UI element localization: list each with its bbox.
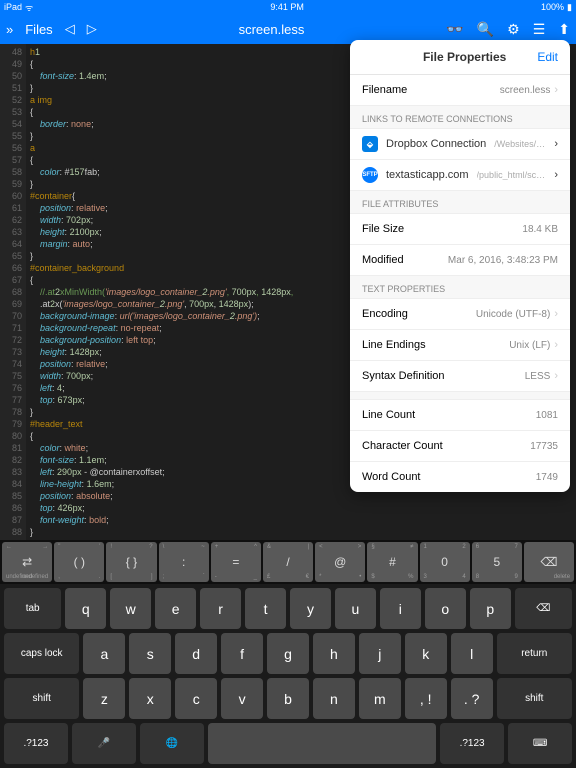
key-.?123[interactable]: .?123 bbox=[440, 723, 504, 764]
key-m[interactable]: m bbox=[359, 678, 401, 719]
file-title: screen.less bbox=[109, 22, 435, 37]
settings-icon[interactable]: ⚙ bbox=[507, 21, 520, 38]
key-r[interactable]: r bbox=[200, 588, 241, 629]
glasses-icon[interactable]: 👓 bbox=[446, 21, 463, 38]
key-e[interactable]: e bbox=[155, 588, 196, 629]
word-count-row: Word Count1749 bbox=[350, 462, 570, 492]
key-return[interactable]: return bbox=[497, 633, 572, 674]
line-count-row: Line Count1081 bbox=[350, 400, 570, 431]
accessory-key[interactable]: !?[]{ } bbox=[106, 542, 156, 582]
accessory-key[interactable]: §≠$%# bbox=[367, 542, 417, 582]
key-t[interactable]: t bbox=[245, 588, 286, 629]
key-p[interactable]: p bbox=[470, 588, 511, 629]
sftp-icon: SFTP bbox=[362, 167, 378, 183]
key-tab[interactable]: tab bbox=[4, 588, 61, 629]
key-shift[interactable]: shift bbox=[497, 678, 572, 719]
key-q[interactable]: q bbox=[65, 588, 106, 629]
key-f[interactable]: f bbox=[221, 633, 263, 674]
search-icon[interactable]: 🔍 bbox=[477, 21, 494, 38]
chevron-right-icon: › bbox=[554, 84, 558, 96]
key-⌨[interactable]: ⌨ bbox=[508, 723, 572, 764]
wifi-icon: ᯤ bbox=[25, 1, 33, 14]
key-x[interactable]: x bbox=[129, 678, 171, 719]
attrs-section-header: FILE ATTRIBUTES bbox=[350, 191, 570, 214]
key-space[interactable] bbox=[208, 723, 436, 764]
dropbox-icon: ⬙ bbox=[362, 136, 378, 152]
accessory-key[interactable]: "',.( ) bbox=[54, 542, 104, 582]
battery-icon: ▮ bbox=[567, 2, 572, 13]
time-label: 9:41 PM bbox=[270, 2, 304, 12]
links-section-header: LINKS TO REMOTE CONNECTIONS bbox=[350, 106, 570, 129]
back-icon[interactable]: ◁ bbox=[65, 21, 75, 37]
file-properties-panel: File Properties Edit Filename screen.les… bbox=[350, 40, 570, 492]
syntax-row[interactable]: Syntax DefinitionLESS› bbox=[350, 361, 570, 392]
key-caps lock[interactable]: caps lock bbox=[4, 633, 79, 674]
keyboard-accessory-row: ←→undefinedundefined⇄"',.( )!?[]{ }\~;`:… bbox=[0, 540, 576, 584]
key-u[interactable]: u bbox=[335, 588, 376, 629]
key-y[interactable]: y bbox=[290, 588, 331, 629]
keyboard: ←→undefinedundefined⇄"',.( )!?[]{ }\~;`:… bbox=[0, 540, 576, 768]
sftp-connection-row[interactable]: SFTP textasticapp.com /public_html/scree… bbox=[350, 160, 570, 191]
files-button[interactable]: Files bbox=[25, 22, 52, 37]
share-icon[interactable]: ⬆ bbox=[558, 21, 570, 38]
key-l[interactable]: l bbox=[451, 633, 493, 674]
encoding-row[interactable]: EncodingUnicode (UTF-8)› bbox=[350, 299, 570, 330]
key-g[interactable]: g bbox=[267, 633, 309, 674]
key-, ![interactable]: , ! bbox=[405, 678, 447, 719]
key-o[interactable]: o bbox=[425, 588, 466, 629]
device-label: iPad bbox=[4, 2, 22, 12]
key-h[interactable]: h bbox=[313, 633, 355, 674]
accessory-key[interactable]: <>*•@ bbox=[315, 542, 365, 582]
key-a[interactable]: a bbox=[83, 633, 125, 674]
filename-row[interactable]: Filename screen.less› bbox=[350, 75, 570, 106]
chevron-right-icon: › bbox=[554, 138, 558, 150]
key-d[interactable]: d bbox=[175, 633, 217, 674]
accessory-key[interactable]: ←→undefinedundefined⇄ bbox=[2, 542, 52, 582]
dropbox-connection-row[interactable]: ⬙ Dropbox Connection /Websites/textastic… bbox=[350, 129, 570, 160]
key-⌫[interactable]: ⌫ bbox=[515, 588, 572, 629]
keyboard-main: tabqwertyuiop⌫caps lockasdfghjklreturnsh… bbox=[0, 584, 576, 768]
key-w[interactable]: w bbox=[110, 588, 151, 629]
char-count-row: Character Count17735 bbox=[350, 431, 570, 462]
edit-button[interactable]: Edit bbox=[537, 50, 558, 64]
key-🎤[interactable]: 🎤 bbox=[72, 723, 136, 764]
key-i[interactable]: i bbox=[380, 588, 421, 629]
menu-icon[interactable]: » bbox=[6, 22, 13, 37]
accessory-key[interactable]: delete⌫ bbox=[524, 542, 574, 582]
text-section-header: TEXT PROPERTIES bbox=[350, 276, 570, 299]
accessory-key[interactable]: 12340 bbox=[420, 542, 470, 582]
accessory-key[interactable]: 67895 bbox=[472, 542, 522, 582]
info-icon[interactable]: ☰ bbox=[533, 21, 546, 38]
key-v[interactable]: v bbox=[221, 678, 263, 719]
battery-label: 100% bbox=[541, 2, 564, 12]
key-c[interactable]: c bbox=[175, 678, 217, 719]
accessory-key[interactable]: \~;`: bbox=[159, 542, 209, 582]
key-shift[interactable]: shift bbox=[4, 678, 79, 719]
key-🌐[interactable]: 🌐 bbox=[140, 723, 204, 764]
key-.?123[interactable]: .?123 bbox=[4, 723, 68, 764]
key-z[interactable]: z bbox=[83, 678, 125, 719]
key-. ?[interactable]: . ? bbox=[451, 678, 493, 719]
accessory-key[interactable]: &|£€/ bbox=[263, 542, 313, 582]
forward-icon[interactable]: ▷ bbox=[87, 21, 97, 37]
filesize-row: File Size18.4 KB bbox=[350, 214, 570, 245]
modified-row: ModifiedMar 6, 2016, 3:48:23 PM bbox=[350, 245, 570, 276]
accessory-key[interactable]: +^-_= bbox=[211, 542, 261, 582]
key-k[interactable]: k bbox=[405, 633, 447, 674]
key-b[interactable]: b bbox=[267, 678, 309, 719]
line-endings-row[interactable]: Line EndingsUnix (LF)› bbox=[350, 330, 570, 361]
key-j[interactable]: j bbox=[359, 633, 401, 674]
chevron-right-icon: › bbox=[554, 169, 558, 181]
key-s[interactable]: s bbox=[129, 633, 171, 674]
panel-title: File Properties bbox=[392, 50, 537, 64]
status-bar: iPadᯤ 9:41 PM 100%▮ bbox=[0, 0, 576, 14]
key-n[interactable]: n bbox=[313, 678, 355, 719]
